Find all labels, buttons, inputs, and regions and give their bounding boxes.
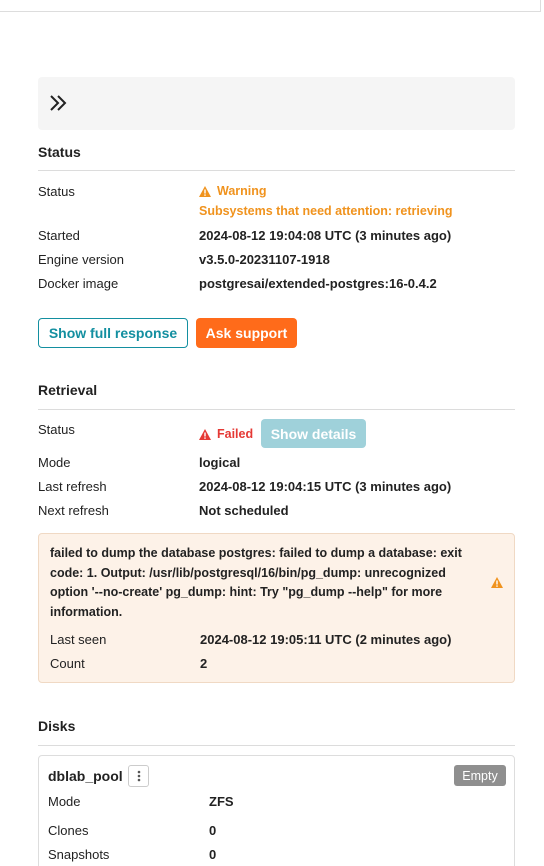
- status-divider: [38, 170, 515, 171]
- started-label: Started: [38, 228, 80, 243]
- count-value: 2: [200, 656, 208, 671]
- retrieval-status-text: Failed: [217, 427, 254, 441]
- disk-mode-value: ZFS: [209, 794, 234, 809]
- status-badge: Empty: [454, 765, 506, 786]
- kebab-menu-button[interactable]: [128, 765, 149, 787]
- ask-support-button[interactable]: Ask support: [196, 318, 297, 348]
- docker-image-value: postgresai/extended-postgres:16-0.4.2: [199, 276, 437, 291]
- warning-triangle-icon: [199, 185, 211, 197]
- disks-section-title: Disks: [38, 718, 76, 734]
- retrieval-status-label: Status: [38, 422, 75, 437]
- last-refresh-value: 2024-08-12 19:04:15 UTC (3 minutes ago): [199, 479, 452, 494]
- last-refresh-label: Last refresh: [38, 479, 107, 494]
- error-message: failed to dump the database postgres: fa…: [50, 546, 462, 619]
- last-seen-value: 2024-08-12 19:05:11 UTC (2 minutes ago): [200, 632, 452, 647]
- count-label: Count: [50, 656, 85, 671]
- snapshots-label: Snapshots: [48, 847, 110, 862]
- status-warning-detail: Subsystems that need attention: retrievi…: [199, 204, 453, 218]
- disk-mode-label: Mode: [48, 794, 81, 809]
- status-section-title: Status: [38, 144, 81, 160]
- disks-divider: [38, 745, 515, 746]
- engine-version-value: v3.5.0-20231107-1918: [199, 252, 330, 267]
- retrieval-divider: [38, 409, 515, 410]
- top-bar: [0, 0, 541, 12]
- retrieval-error-box: failed to dump the database postgres: fa…: [38, 533, 515, 683]
- last-seen-label: Last seen: [50, 632, 107, 647]
- disk-pool-name: dblab_pool: [48, 768, 123, 784]
- status-label: Status: [38, 184, 75, 199]
- engine-version-label: Engine version: [38, 252, 124, 267]
- status-warning-text: Warning: [217, 184, 267, 198]
- kebab-menu-icon: [137, 770, 140, 782]
- error-triangle-icon: [199, 428, 211, 440]
- show-details-button[interactable]: Show details: [261, 419, 366, 448]
- snapshots-value: 0: [209, 847, 217, 862]
- status-warning: Warning: [199, 184, 267, 198]
- started-value: 2024-08-12 19:04:08 UTC (3 minutes ago): [199, 228, 452, 243]
- next-refresh-label: Next refresh: [38, 503, 109, 518]
- show-full-response-button[interactable]: Show full response: [38, 318, 188, 348]
- warning-triangle-icon: [491, 576, 503, 591]
- docker-image-label: Docker image: [38, 276, 119, 291]
- double-chevron-right-icon[interactable]: [48, 93, 68, 113]
- retrieval-mode-label: Mode: [38, 455, 71, 470]
- clones-value: 0: [209, 823, 217, 838]
- clones-label: Clones: [48, 823, 89, 838]
- retrieval-section-title: Retrieval: [38, 382, 98, 398]
- disk-card: dblab_pool Empty Mode ZFS Clones 0 Snaps…: [38, 755, 515, 866]
- retrieval-status-failed: Failed: [199, 427, 253, 441]
- collapse-panel-bar[interactable]: [38, 77, 515, 130]
- retrieval-mode-value: logical: [199, 455, 241, 470]
- next-refresh-value: Not scheduled: [199, 503, 289, 518]
